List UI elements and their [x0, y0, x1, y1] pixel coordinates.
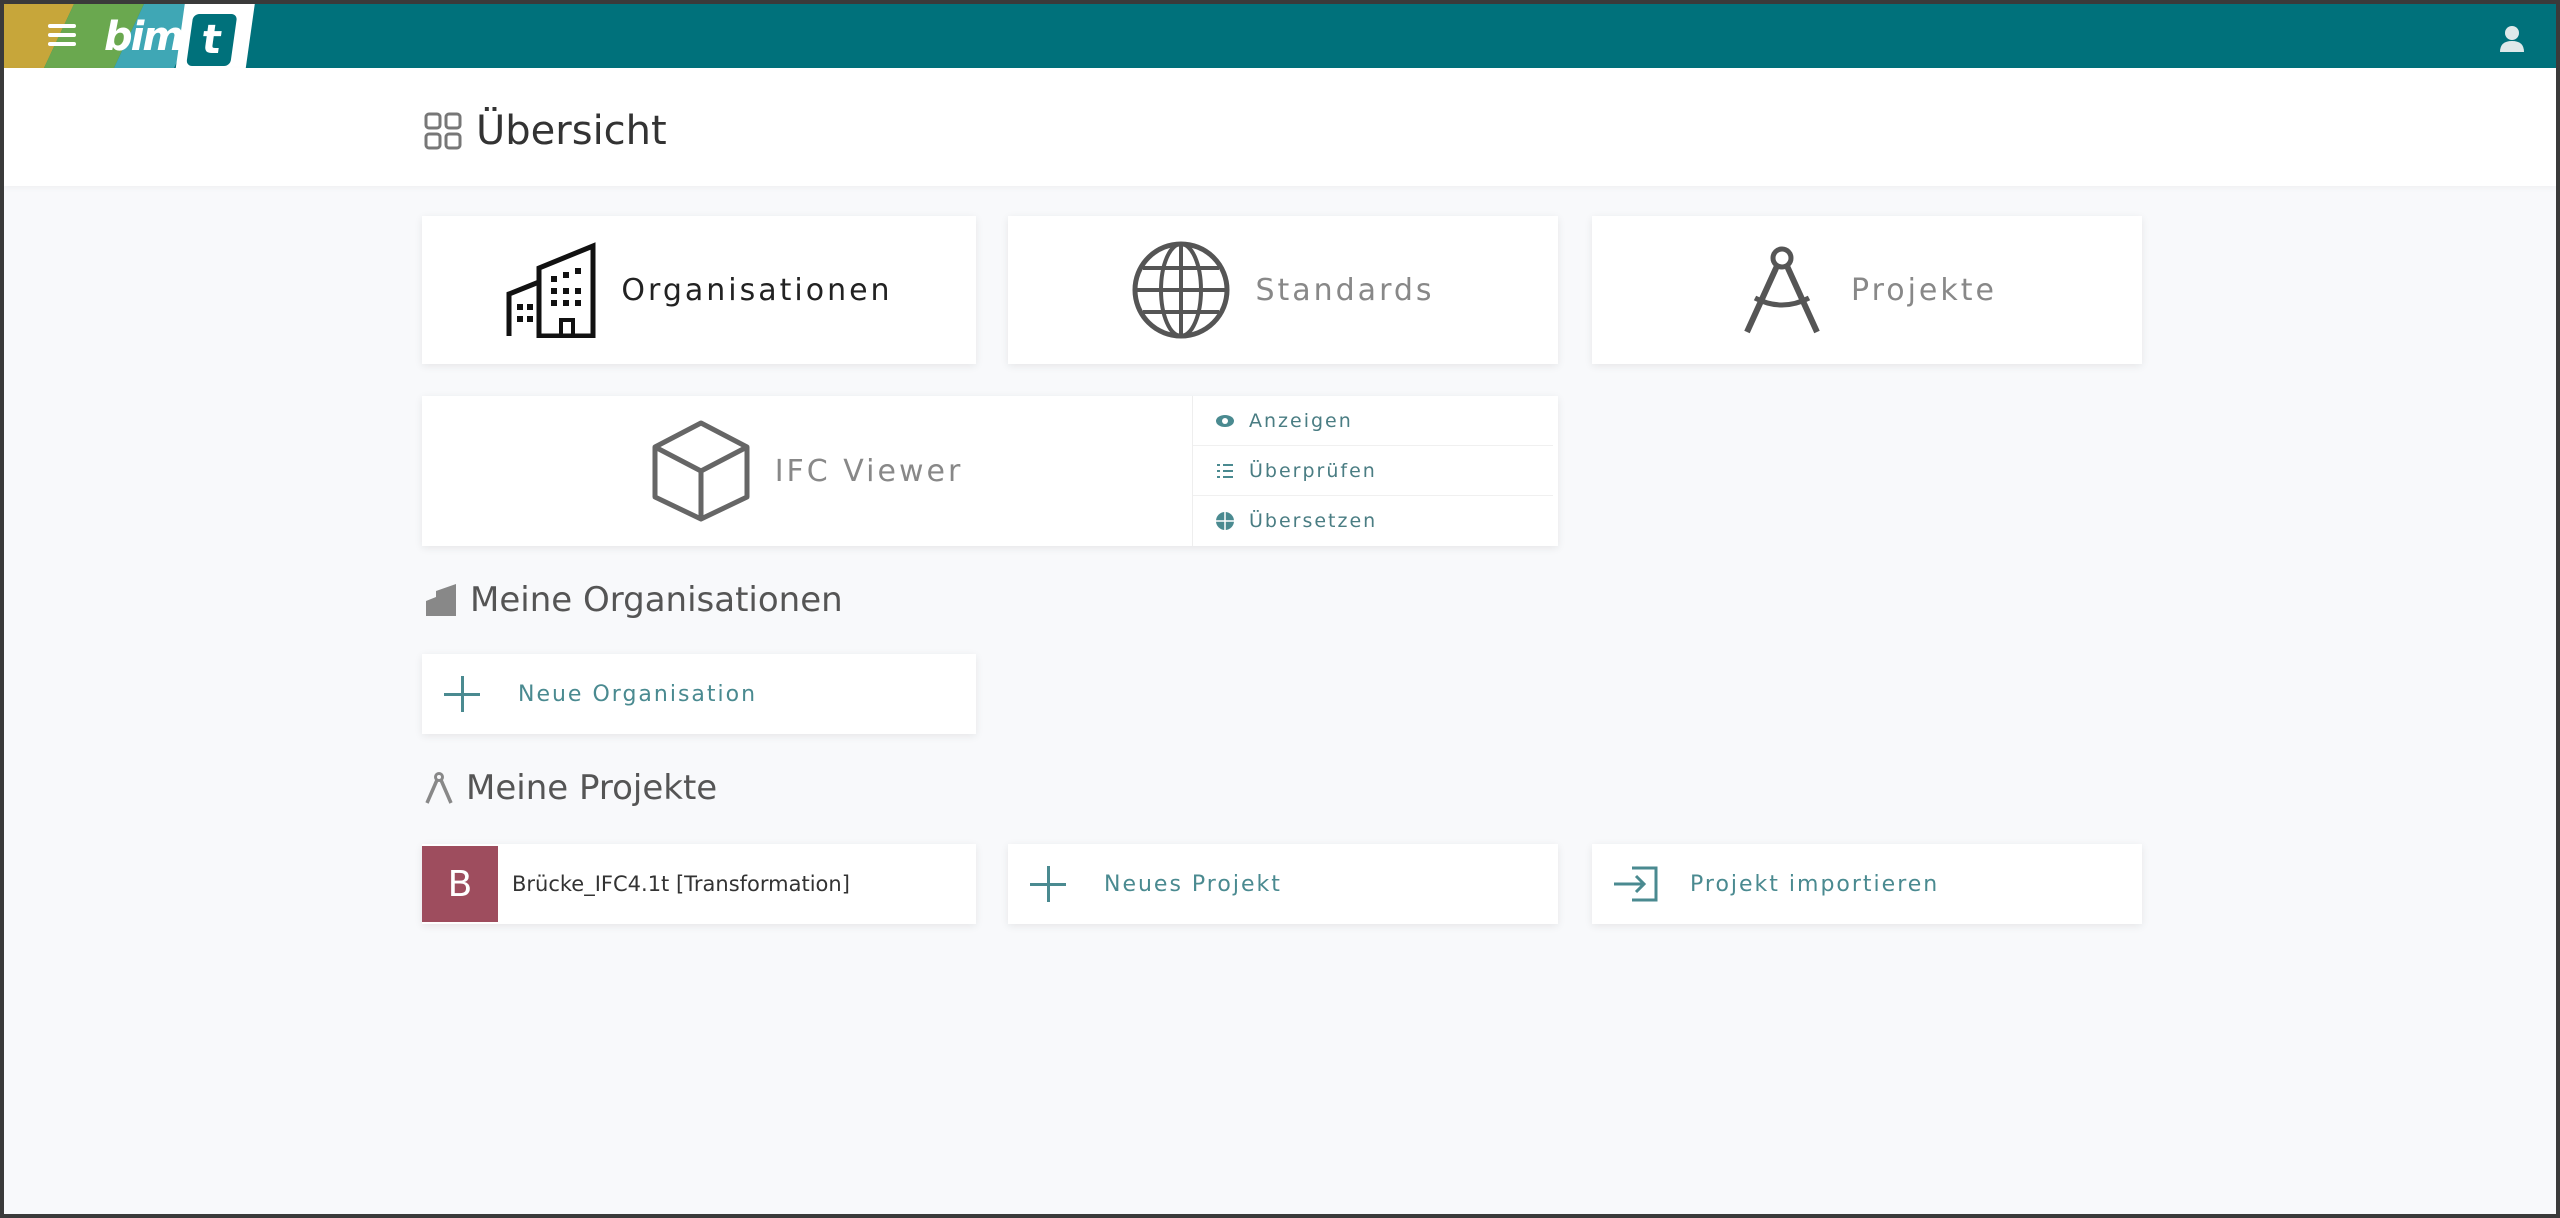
tile-organisationen[interactable]: Organisationen — [422, 216, 976, 364]
checklist-icon — [1217, 463, 1233, 478]
new-project-label: Neues Projekt — [1104, 871, 1282, 897]
ifc-action-ueberpruefen[interactable]: Überprüfen — [1193, 446, 1553, 496]
new-organisation-button[interactable]: Neue Organisation — [422, 654, 976, 734]
new-organisation-label: Neue Organisation — [518, 681, 758, 707]
section-title-organisationen: Meine Organisationen — [424, 580, 843, 620]
ifc-action-label: Anzeigen — [1249, 409, 1353, 432]
globe-icon — [1132, 241, 1230, 339]
logo[interactable]: bim t — [4, 4, 274, 74]
page-header: Übersicht — [4, 68, 2556, 186]
section-title-projekte: Meine Projekte — [424, 768, 717, 808]
project-card[interactable]: B Brücke_IFC4.1t [Transformation] — [422, 844, 976, 924]
project-name: Brücke_IFC4.1t [Transformation] — [512, 872, 850, 896]
section-title-text: Meine Projekte — [466, 768, 718, 808]
import-project-button[interactable]: Projekt importieren — [1592, 844, 2142, 924]
logo-text: bim — [104, 14, 184, 60]
ifc-viewer-actions: Anzeigen Überprüfen Übersetzen — [1192, 396, 1553, 546]
compass-icon — [1744, 246, 1820, 334]
section-title-text: Meine Organisationen — [470, 580, 843, 620]
plus-icon — [444, 676, 480, 712]
top-navbar: bim t — [4, 4, 2556, 72]
logo-badge: t — [175, 4, 255, 72]
tile-ifc-viewer: IFC Viewer Anzeigen Überprüfen Übersetze… — [422, 396, 1558, 546]
import-icon — [1614, 866, 1658, 902]
tile-organisationen-label: Organisationen — [621, 272, 893, 308]
building-small-icon — [426, 584, 456, 616]
globe-small-icon — [1216, 511, 1234, 530]
ifc-action-uebersetzen[interactable]: Übersetzen — [1193, 496, 1553, 545]
grid-icon — [424, 112, 462, 150]
tile-ifc-viewer-label: IFC Viewer — [774, 453, 964, 489]
avatar: B — [422, 846, 498, 922]
ifc-action-label: Überprüfen — [1249, 459, 1377, 482]
tile-standards[interactable]: Standards — [1008, 216, 1558, 364]
building-icon — [506, 242, 596, 338]
tile-projekte-label: Projekte — [1851, 272, 1997, 308]
page-title: Übersicht — [424, 108, 667, 154]
user-icon[interactable] — [2498, 24, 2526, 52]
logo-badge-letter: t — [186, 14, 238, 66]
app-window: bim t Übersicht Organisationen Standards… — [4, 4, 2556, 1214]
compass-small-icon — [425, 772, 453, 804]
cube-icon — [652, 420, 750, 522]
hamburger-menu-icon[interactable] — [48, 24, 76, 50]
ifc-action-anzeigen[interactable]: Anzeigen — [1193, 396, 1553, 446]
page-title-text: Übersicht — [476, 108, 667, 154]
tile-projekte[interactable]: Projekte — [1592, 216, 2142, 364]
tile-standards-label: Standards — [1255, 272, 1435, 308]
ifc-viewer-open[interactable]: IFC Viewer — [422, 396, 1192, 546]
new-project-button[interactable]: Neues Projekt — [1008, 844, 1558, 924]
import-project-label: Projekt importieren — [1690, 871, 1940, 897]
eye-icon — [1216, 414, 1234, 427]
ifc-action-label: Übersetzen — [1249, 509, 1378, 532]
plus-icon — [1030, 866, 1066, 902]
